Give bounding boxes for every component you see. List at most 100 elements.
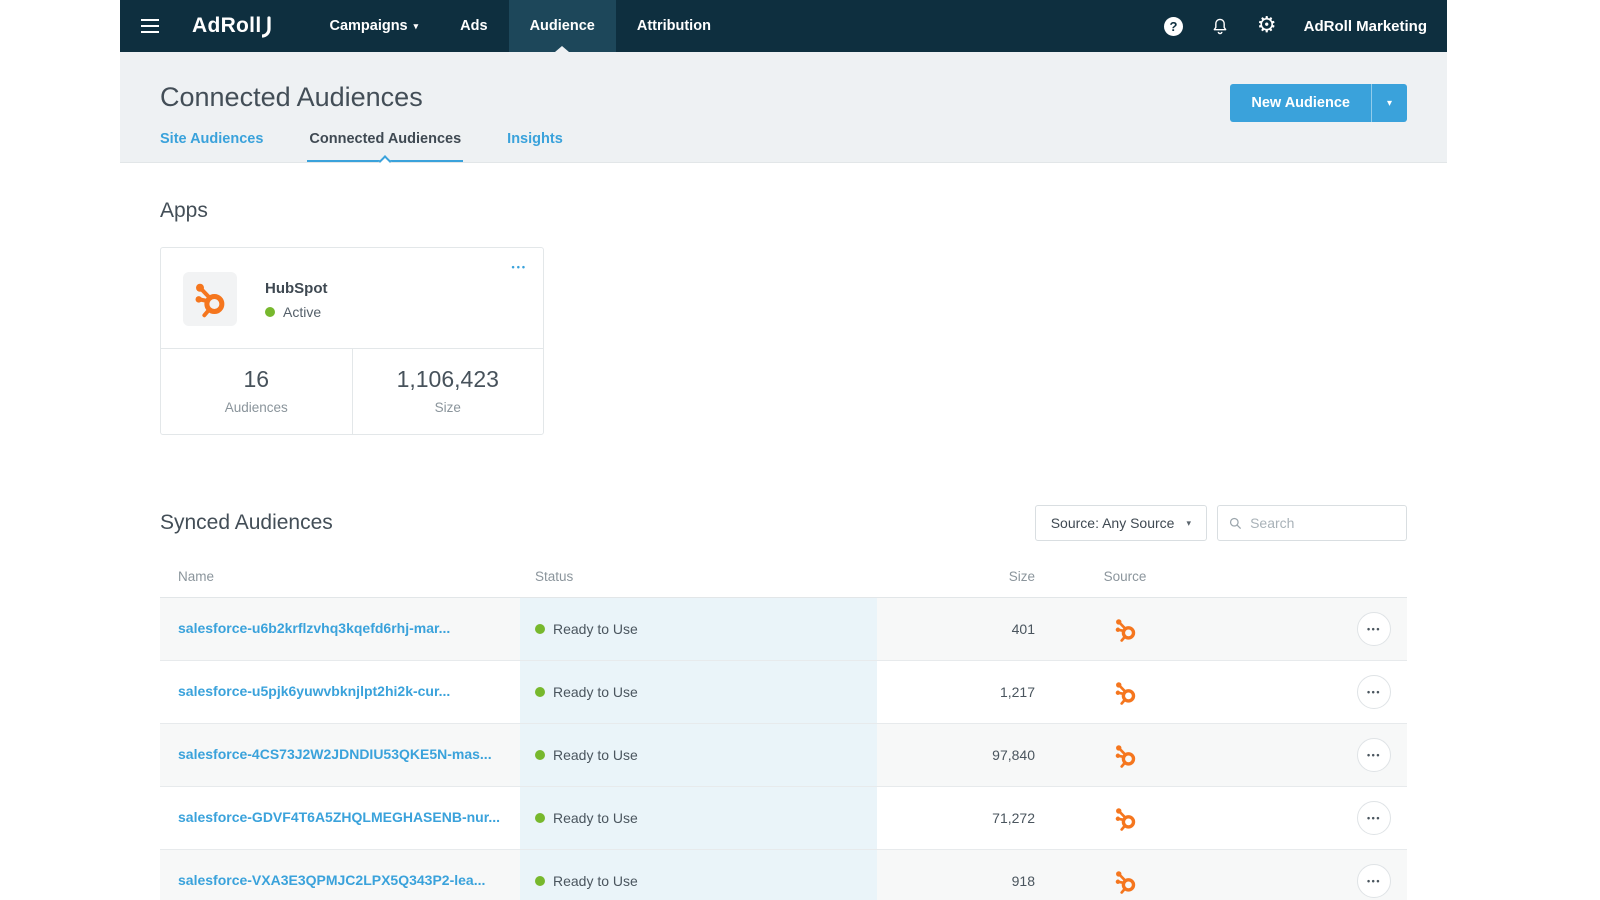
source-filter-value: Source: Any Source — [1050, 515, 1175, 531]
tab-connected-audiences[interactable]: Connected Audiences — [307, 131, 463, 168]
hubspot-icon — [1112, 805, 1139, 832]
audience-name-link[interactable]: salesforce-u5pjk6yuwvbknjlpt2hi2k-cur... — [178, 683, 450, 699]
account-name[interactable]: AdRoll Marketing — [1304, 18, 1427, 35]
table-header-row: Name Status Size Source — [160, 559, 1407, 598]
audience-source-cell — [1035, 868, 1215, 895]
adroll-logo[interactable]: AdRoll — [192, 14, 272, 38]
top-navbar: AdRoll Campaigns ▾ Ads Audience Attribut… — [120, 0, 1447, 52]
row-actions: ••• — [1215, 801, 1407, 835]
audience-source-cell — [1035, 679, 1215, 706]
column-header-size: Size — [1008, 569, 1035, 584]
adroll-logo-hook-icon — [262, 16, 272, 38]
hubspot-logo-tile — [183, 272, 237, 326]
synced-audiences-heading: Synced Audiences — [160, 511, 333, 534]
nav-item-attribution[interactable]: Attribution — [616, 0, 732, 52]
hubspot-icon — [1112, 868, 1139, 895]
status-dot-icon — [535, 750, 545, 760]
status-dot-icon — [265, 307, 275, 317]
app-status: Active — [265, 304, 327, 320]
tab-label: Connected Audiences — [309, 131, 462, 147]
status-text: Ready to Use — [553, 747, 638, 763]
notifications-bell-icon[interactable] — [1210, 16, 1230, 37]
audience-size-cell: 1,217 — [999, 684, 1035, 700]
audience-status-cell: Ready to Use — [520, 661, 877, 723]
stat-value: 1,106,423 — [396, 366, 499, 392]
row-actions: ••• — [1215, 675, 1407, 709]
row-more-button[interactable]: ••• — [1357, 738, 1391, 772]
chevron-down-icon: ▾ — [413, 20, 419, 31]
new-audience-split-button: New Audience ▾ — [1230, 84, 1407, 122]
chevron-down-icon: ▾ — [1386, 97, 1392, 109]
status-text: Ready to Use — [553, 684, 638, 700]
new-audience-button[interactable]: New Audience — [1230, 84, 1371, 122]
hubspot-icon — [1112, 742, 1139, 769]
tab-insights[interactable]: Insights — [507, 131, 563, 162]
nav-label: Audience — [529, 18, 595, 34]
status-dot-icon — [535, 624, 545, 634]
stat-size: 1,106,423 Size — [351, 349, 544, 434]
search-box — [1217, 505, 1407, 541]
audience-name-link[interactable]: salesforce-u6b2krflzvhq3kqefd6rhj-mar... — [178, 620, 450, 636]
audience-size-cell: 401 — [1011, 621, 1035, 637]
stat-value: 16 — [243, 366, 270, 392]
nav-item-campaigns[interactable]: Campaigns ▾ — [308, 0, 439, 52]
audience-status-cell: Ready to Use — [520, 598, 877, 660]
chevron-down-icon: ▾ — [1186, 517, 1191, 528]
audience-name-cell: salesforce-u6b2krflzvhq3kqefd6rhj-mar... — [160, 620, 520, 638]
audience-name-link[interactable]: salesforce-4CS73J2W2JDNDIU53QKE5N-mas... — [178, 746, 492, 762]
status-dot-icon — [535, 687, 545, 697]
nav-item-audience[interactable]: Audience — [508, 0, 616, 52]
brand-text: AdRoll — [192, 14, 262, 37]
nav-item-ads[interactable]: Ads — [439, 0, 508, 52]
synced-audiences-table: Name Status Size Source salesforce-u6b2k… — [160, 559, 1407, 900]
table-row: salesforce-4CS73J2W2JDNDIU53QKE5N-mas...… — [160, 724, 1407, 787]
source-filter-dropdown[interactable]: Source: Any Source ▾ — [1034, 505, 1207, 541]
audience-source-cell — [1035, 805, 1215, 832]
active-tab-notch — [378, 155, 392, 168]
hamburger-menu-icon[interactable] — [141, 19, 159, 33]
audience-size-cell: 918 — [1011, 873, 1035, 889]
stat-label: Audiences — [224, 400, 288, 415]
app-name: HubSpot — [265, 280, 328, 297]
row-actions: ••• — [1215, 612, 1407, 646]
status-text: Ready to Use — [553, 810, 638, 826]
audience-source-cell — [1035, 616, 1215, 643]
app-window: AdRoll Campaigns ▾ Ads Audience Attribut… — [120, 0, 1447, 900]
row-more-button[interactable]: ••• — [1357, 612, 1391, 646]
row-actions: ••• — [1215, 864, 1407, 898]
table-row: salesforce-VXA3E3QPMJC2LPX5Q343P2-lea...… — [160, 850, 1407, 900]
page-title: Connected Audiences — [160, 82, 423, 112]
app-card-stats: 16 Audiences 1,106,423 Size — [161, 348, 543, 434]
stat-label: Size — [434, 400, 461, 415]
column-header-name: Name — [178, 569, 215, 584]
new-audience-dropdown-button[interactable]: ▾ — [1370, 84, 1407, 122]
search-input[interactable] — [1250, 515, 1395, 531]
nav-label: Ads — [460, 18, 488, 34]
page-header: Connected Audiences New Audience ▾ Site … — [120, 52, 1447, 168]
row-more-button[interactable]: ••• — [1357, 675, 1391, 709]
navbar-right: ? ⚙ AdRoll Marketing — [1163, 15, 1427, 37]
stat-audiences: 16 Audiences — [161, 349, 352, 434]
audience-status-cell: Ready to Use — [520, 787, 877, 849]
app-card-more-icon[interactable]: ••• — [512, 262, 527, 272]
table-row: salesforce-GDVF4T6A5ZHQLMEGHASENB-nur...… — [160, 787, 1407, 850]
audience-name-cell: salesforce-u5pjk6yuwvbknjlpt2hi2k-cur... — [160, 683, 520, 701]
tab-site-audiences[interactable]: Site Audiences — [160, 131, 263, 162]
audience-status-cell: Ready to Use — [520, 724, 877, 786]
row-more-button[interactable]: ••• — [1357, 864, 1391, 898]
audience-status-cell: Ready to Use — [520, 850, 877, 900]
primary-nav: Campaigns ▾ Ads Audience Attribution — [308, 0, 731, 52]
audience-name-link[interactable]: salesforce-VXA3E3QPMJC2LPX5Q343P2-lea... — [178, 872, 485, 888]
audience-name-cell: salesforce-VXA3E3QPMJC2LPX5Q343P2-lea... — [160, 872, 520, 890]
nav-label: Attribution — [636, 18, 711, 34]
search-icon — [1229, 517, 1242, 529]
audience-name-cell: salesforce-4CS73J2W2JDNDIU53QKE5N-mas... — [160, 746, 520, 764]
row-more-button[interactable]: ••• — [1357, 801, 1391, 835]
settings-gear-icon[interactable]: ⚙ — [1257, 15, 1277, 37]
table-body: salesforce-u6b2krflzvhq3kqefd6rhj-mar...… — [160, 598, 1407, 900]
help-icon[interactable]: ? — [1163, 16, 1183, 36]
main-content: Apps HubSpot Active ••• 16 Audiences 1,1… — [120, 199, 1447, 900]
column-header-status: Status — [535, 569, 574, 584]
audience-name-link[interactable]: salesforce-GDVF4T6A5ZHQLMEGHASENB-nur... — [178, 809, 500, 825]
audience-tabs: Site Audiences Connected Audiences Insig… — [160, 131, 1407, 168]
